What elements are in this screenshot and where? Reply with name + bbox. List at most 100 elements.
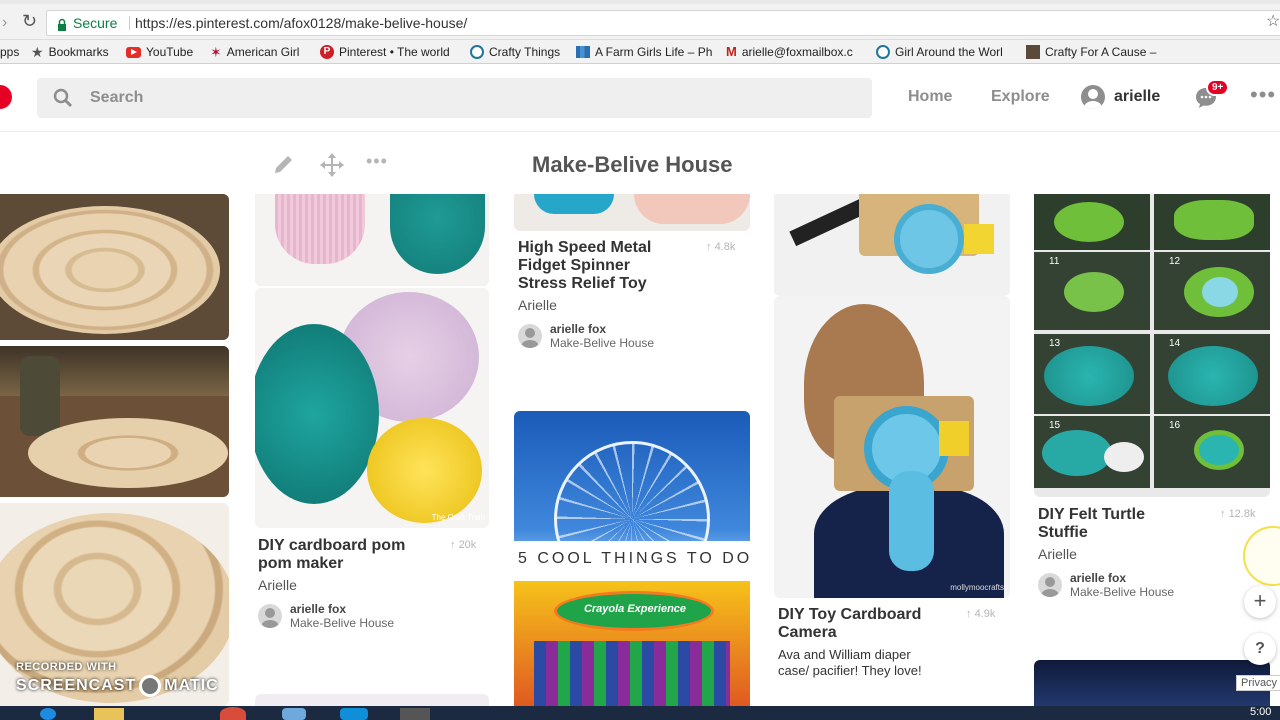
pinterest-header: Search Home Explore arielle 9+ ••• bbox=[0, 64, 1280, 132]
pinner-name: arielle fox bbox=[550, 322, 607, 336]
screencast-app-icon[interactable] bbox=[400, 708, 430, 720]
forward-icon[interactable]: › bbox=[2, 14, 7, 32]
step-number: 13 bbox=[1049, 338, 1061, 349]
help-icon: ? bbox=[1255, 640, 1265, 657]
wordpress-icon bbox=[876, 45, 890, 59]
star-icon: ★ bbox=[31, 44, 44, 60]
pinterest-logo-icon[interactable] bbox=[0, 85, 12, 109]
pinner-board: Make-Belive House bbox=[550, 336, 655, 350]
wordpress-icon bbox=[470, 45, 484, 59]
bookmark-pinterest[interactable]: P Pinterest • The world bbox=[320, 43, 450, 61]
pin-image-fidget-spinner[interactable] bbox=[514, 194, 750, 231]
edit-pencil-icon[interactable] bbox=[272, 152, 296, 181]
search-icon bbox=[53, 88, 73, 113]
bookmark-youtube[interactable]: YouTube bbox=[126, 43, 193, 61]
pinner-info[interactable]: arielle fox Make-Belive House bbox=[518, 322, 654, 350]
ie-icon[interactable] bbox=[40, 708, 56, 720]
pin-title[interactable]: DIY Toy Cardboard Camera bbox=[778, 606, 938, 642]
watermark-text: The Craft Train bbox=[431, 513, 485, 522]
screencast-watermark: RECORDED WITH SCREENCAST MATIC bbox=[16, 661, 219, 697]
reload-icon[interactable]: ↻ bbox=[22, 11, 37, 32]
pin-image-yarn-tassels[interactable] bbox=[255, 194, 489, 286]
pin-count-icon: ↑ bbox=[450, 539, 459, 551]
bookmark-label: Pinterest • The world bbox=[339, 45, 450, 59]
pin-image-partial[interactable] bbox=[255, 694, 489, 706]
pin-image-cardboard-camera-top[interactable] bbox=[774, 194, 1010, 296]
user-profile-button[interactable]: arielle bbox=[1081, 85, 1160, 109]
watermark-matic: MATIC bbox=[164, 677, 219, 694]
bookmark-gmail[interactable]: Marielle@foxmailbox.c bbox=[726, 43, 853, 61]
bookmark-girl-around-the-world[interactable]: Girl Around the Worl bbox=[876, 43, 1003, 61]
pin-author[interactable]: Arielle bbox=[1038, 546, 1077, 562]
bookmark-apps[interactable]: pps bbox=[0, 43, 19, 61]
more-options-icon[interactable]: ••• bbox=[1250, 82, 1276, 108]
pin-image-wood-maze-1[interactable] bbox=[0, 194, 229, 340]
lock-icon bbox=[57, 15, 67, 31]
bookmark-crafty-things[interactable]: Crafty Things bbox=[470, 43, 560, 61]
bookmark-american-girl[interactable]: ✶ American Girl bbox=[210, 43, 299, 61]
nav-explore[interactable]: Explore bbox=[991, 88, 1050, 106]
url-divider bbox=[129, 16, 130, 30]
watermark-recorded-with: RECORDED WITH bbox=[16, 661, 117, 673]
crayola-logo-text: Crayola Experience bbox=[583, 603, 687, 615]
folder-icon[interactable] bbox=[94, 708, 124, 720]
nav-home[interactable]: Home bbox=[908, 88, 952, 106]
step-number: 11 bbox=[1049, 256, 1060, 267]
pin-image-felt-turtle-steps[interactable]: 11 12 13 14 15 16 bbox=[1034, 194, 1270, 497]
pin-count-value: 12.8k bbox=[1228, 508, 1256, 520]
pin-title[interactable]: DIY cardboard pom pom maker bbox=[258, 537, 428, 573]
help-button[interactable]: ? bbox=[1244, 633, 1276, 665]
pin-image-wood-maze-workshop[interactable] bbox=[0, 346, 229, 497]
pinner-info[interactable]: arielle fox Make-Belive House bbox=[258, 602, 394, 630]
bookmark-label: Crafty Things bbox=[489, 45, 561, 59]
pin-image-pom-poms[interactable]: The Craft Train bbox=[255, 288, 489, 528]
notification-badge: 9+ bbox=[1206, 79, 1230, 96]
pinner-board: Make-Belive House bbox=[1070, 585, 1175, 599]
search-input[interactable]: Search bbox=[37, 78, 872, 118]
site-icon bbox=[1026, 45, 1040, 59]
pin-image-child-with-camera[interactable]: mollymoocrafts bbox=[774, 296, 1010, 598]
chrome-icon[interactable] bbox=[220, 707, 246, 720]
bookmark-star-icon[interactable]: ☆ bbox=[1266, 10, 1280, 34]
pinner-board: Make-Belive House bbox=[290, 616, 395, 630]
bookmark-label: pps bbox=[0, 45, 20, 59]
youtube-icon bbox=[126, 46, 141, 58]
board-more-icon[interactable]: ••• bbox=[366, 151, 388, 172]
pin-description: Ava and William diaper case/ pacifier! T… bbox=[778, 647, 922, 678]
bookmark-label: A Farm Girls Life – Ph bbox=[595, 45, 713, 59]
move-arrows-icon[interactable] bbox=[319, 152, 345, 183]
pinterest-icon: P bbox=[320, 45, 334, 59]
bookmark-crafty-for-a-cause[interactable]: Crafty For A Cause – bbox=[1026, 43, 1156, 61]
gmail-icon: M bbox=[726, 44, 737, 59]
skype-icon[interactable] bbox=[340, 708, 368, 720]
step-number: 15 bbox=[1049, 420, 1061, 431]
american-girl-icon: ✶ bbox=[210, 44, 222, 60]
pinner-info[interactable]: arielle fox Make-Belive House bbox=[1038, 571, 1174, 599]
screencast-logo-icon bbox=[139, 675, 162, 697]
pin-author[interactable]: Arielle bbox=[258, 577, 297, 593]
paint-icon[interactable] bbox=[282, 708, 306, 720]
pin-image-partial[interactable] bbox=[1034, 660, 1270, 706]
privacy-link[interactable]: Privacy bbox=[1236, 675, 1280, 691]
pinner-avatar bbox=[1038, 573, 1062, 597]
pin-title[interactable]: High Speed Metal Fidget Spinner Stress R… bbox=[518, 239, 678, 293]
board-action-bar: ••• Make-Belive House bbox=[0, 132, 1280, 194]
pin-image-orlando-things-to-do[interactable]: 5 COOL THINGS TO DO Crayola Experience bbox=[514, 411, 750, 706]
pin-author[interactable]: Arielle bbox=[518, 297, 557, 313]
bookmark-farm-girls-life[interactable]: A Farm Girls Life – Ph bbox=[576, 43, 712, 61]
watermark-text: mollymoocrafts bbox=[950, 583, 1004, 592]
secure-label: Secure bbox=[73, 15, 118, 31]
bookmark-label: Girl Around the Worl bbox=[895, 45, 1003, 59]
messages-button[interactable]: 9+ bbox=[1194, 79, 1230, 115]
pin-count-icon: ↑ bbox=[966, 608, 975, 620]
search-placeholder: Search bbox=[90, 89, 144, 106]
watermark-screencast: SCREENCAST bbox=[16, 677, 137, 694]
bookmark-bookmarks[interactable]: ★ Bookmarks bbox=[31, 43, 109, 61]
omnibox[interactable]: Secure https://es.pinterest.com/afox0128… bbox=[46, 10, 1280, 36]
bookmark-label: Crafty For A Cause – bbox=[1045, 45, 1157, 59]
pin-save-count: ↑ 4.8k bbox=[706, 241, 735, 253]
add-pin-button[interactable]: + bbox=[1244, 586, 1276, 618]
pin-title[interactable]: DIY Felt Turtle Stuffie bbox=[1038, 506, 1188, 542]
pin-count-icon: ↑ bbox=[706, 241, 715, 253]
pinner-avatar bbox=[258, 604, 282, 628]
